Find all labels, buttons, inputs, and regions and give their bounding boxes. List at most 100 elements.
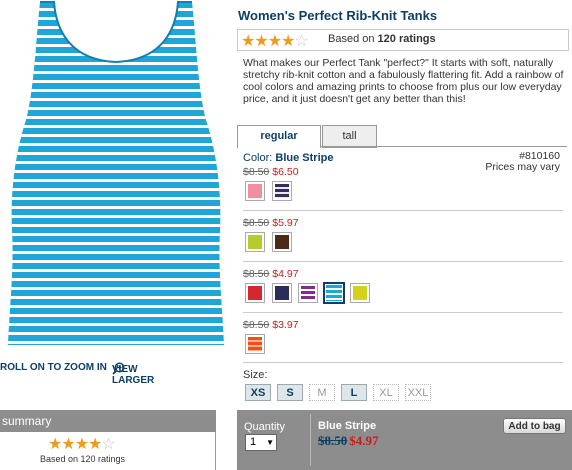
- rating-prefix: Based on: [328, 33, 375, 45]
- tank-stripe: [0, 350, 232, 352]
- tank-stripe: [8, 260, 224, 263]
- image-controls: ROLL ON TO ZOOM IN VIEW LARGER: [0, 360, 232, 386]
- tank-stripe: [8, 215, 224, 218]
- star-icon: ☆: [101, 436, 115, 453]
- tank-stripe: [8, 278, 224, 281]
- cart-was-price: $8.50: [318, 433, 348, 448]
- swatch-fill: [248, 235, 262, 249]
- size-s-button[interactable]: S: [277, 384, 303, 401]
- sale-price: $4.97: [272, 268, 299, 280]
- swatch-purple-stripe[interactable]: [298, 283, 318, 303]
- size-label: Size:: [243, 369, 268, 381]
- color-label: Color: Blue Stripe: [243, 152, 333, 164]
- tank-stripe: [8, 17, 224, 20]
- rating-stars: ★★★★☆: [241, 31, 309, 51]
- tank-stripe: [8, 44, 224, 47]
- sale-price: $5.97: [272, 217, 299, 229]
- swatch-fill: [275, 235, 289, 249]
- dropdown-arrow-icon: ▼: [266, 438, 274, 447]
- summary-header: summary: [0, 410, 216, 432]
- quantity-select[interactable]: 1 ▼: [245, 434, 277, 451]
- product-title: Women's Perfect Rib-Knit Tanks: [238, 8, 438, 23]
- rating-box[interactable]: ★★★★☆ Based on 120 ratings: [237, 29, 569, 51]
- tank-stripe: [8, 161, 224, 164]
- size-l-button[interactable]: L: [341, 384, 367, 401]
- tank-stripe: [8, 296, 224, 299]
- swatch-navy[interactable]: [272, 283, 292, 303]
- swatch-fill: [275, 184, 289, 198]
- divider: [243, 362, 563, 363]
- selected-color-name: Blue Stripe: [275, 152, 334, 164]
- tank-stripe: [8, 242, 224, 245]
- tank-stripe: [8, 224, 224, 227]
- price-group-3-price: $8.50 $4.97: [243, 268, 299, 280]
- prices-note: Prices may vary: [485, 161, 560, 173]
- summary-stars: ★★★★☆: [48, 434, 116, 454]
- size-xl-button: XL: [373, 384, 399, 401]
- product-description: What makes our Perfect Tank "perfect?" I…: [243, 57, 564, 105]
- swatch-fill: [301, 286, 315, 300]
- star-icon: ★: [61, 436, 75, 453]
- star-icon: ★: [48, 436, 62, 453]
- swatch-navy-stripe[interactable]: [272, 181, 292, 201]
- summary-rating: ★★★★☆ Based on 120 ratings: [0, 432, 216, 470]
- tank-stripe: [8, 89, 224, 92]
- price-group-2-price: $8.50 $5.97: [243, 217, 299, 229]
- cart-color-name: Blue Stripe: [318, 420, 377, 432]
- zoom-hint: ROLL ON TO ZOOM IN: [0, 362, 107, 373]
- tank-stripe: [8, 35, 224, 38]
- size-xxl-button: XXL: [405, 384, 431, 401]
- tank-stripe: [8, 287, 224, 290]
- price-group-4-price: $8.50 $3.97: [243, 319, 299, 331]
- swatch-brown[interactable]: [272, 232, 292, 252]
- tank-stripe: [8, 170, 224, 173]
- add-to-bag-button[interactable]: Add to bag: [503, 418, 566, 434]
- swatch-pink[interactable]: [245, 181, 265, 201]
- tank-stripe: [8, 269, 224, 272]
- divider: [310, 414, 311, 466]
- was-price: $8.50: [243, 217, 270, 229]
- rating-text: Based on 120 ratings: [328, 33, 436, 45]
- view-larger-link[interactable]: VIEW LARGER: [112, 362, 154, 386]
- summary-title: summary: [2, 414, 52, 428]
- tank-stripe: [8, 116, 224, 119]
- star-icon: ★: [241, 33, 255, 50]
- cart-price: $8.50 $4.97: [318, 433, 379, 449]
- star-icon: ☆: [294, 33, 308, 50]
- tank-stripe: [8, 233, 224, 236]
- tank-stripe: [8, 26, 224, 29]
- swatch-red[interactable]: [245, 283, 265, 303]
- was-price: $8.50: [243, 319, 270, 331]
- tank-stripe: [8, 152, 224, 155]
- tab-tall[interactable]: tall: [322, 125, 377, 148]
- divider: [243, 210, 563, 211]
- color-prefix: Color:: [243, 152, 273, 164]
- swatch-lime[interactable]: [245, 232, 265, 252]
- was-price: $8.50: [243, 166, 270, 178]
- tab-regular[interactable]: regular: [237, 125, 321, 148]
- quantity-label: Quantity: [244, 421, 285, 433]
- swatch-blue-stripe[interactable]: [323, 282, 345, 304]
- swatch-fill: [248, 337, 262, 351]
- tank-stripe: [8, 332, 224, 335]
- size-xs-button[interactable]: XS: [245, 384, 271, 401]
- swatch-yellow-green[interactable]: [350, 283, 370, 303]
- tank-stripe: [8, 134, 224, 137]
- divider: [243, 261, 563, 262]
- tank-stripe: [8, 98, 224, 101]
- quantity-value: 1: [250, 436, 257, 448]
- tank-stripe: [8, 53, 224, 56]
- swatch-fill: [248, 286, 262, 300]
- swatch-fill: [275, 286, 289, 300]
- tank-stripe: [8, 305, 224, 308]
- cart-sale-price: $4.97: [349, 433, 379, 448]
- swatch-fill: [248, 184, 262, 198]
- tank-stripe: [8, 179, 224, 182]
- tank-stripe: [8, 107, 224, 110]
- product-image[interactable]: [0, 0, 232, 352]
- star-icon: ★: [254, 33, 268, 50]
- tank-stripe: [8, 323, 224, 326]
- star-icon: ★: [281, 33, 295, 50]
- swatch-orange-stripe[interactable]: [245, 334, 265, 354]
- was-price: $8.50: [243, 268, 270, 280]
